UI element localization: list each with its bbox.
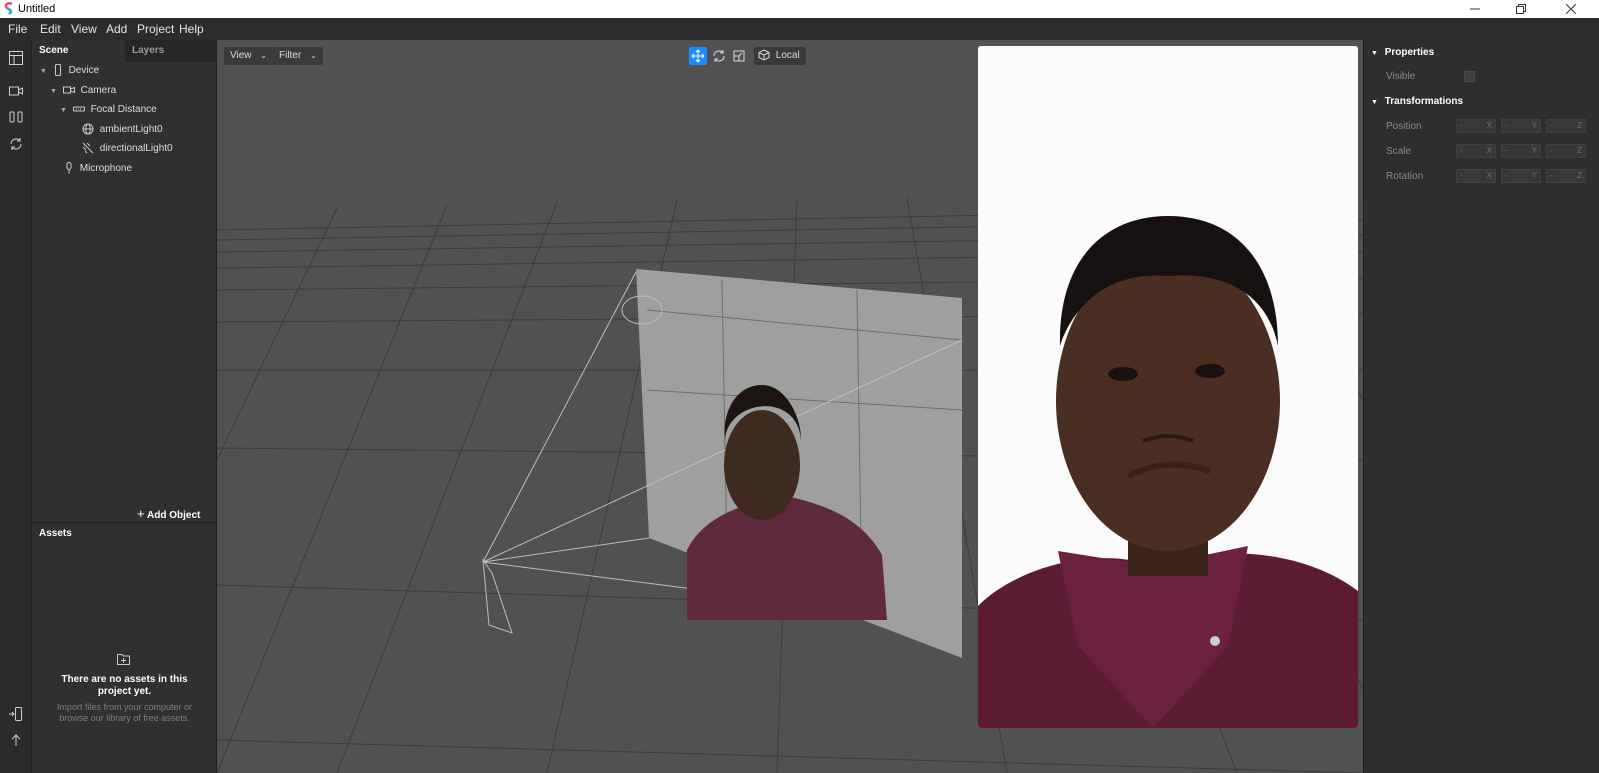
menu-file[interactable]: File bbox=[8, 22, 27, 36]
close-icon bbox=[1565, 3, 1577, 15]
properties-panel: ▼ Properties Visible ▼ Transformations P… bbox=[1363, 40, 1599, 773]
scale-z-field[interactable]: -Z bbox=[1546, 144, 1586, 158]
restore-button[interactable] bbox=[1498, 0, 1544, 18]
view-dropdown-label: View bbox=[230, 50, 252, 61]
refresh-icon[interactable] bbox=[8, 136, 24, 152]
collapse-arrow-icon: ▼ bbox=[1371, 50, 1378, 57]
tree-item-directional-light[interactable]: directionalLight0 bbox=[82, 140, 173, 158]
menu-edit[interactable]: Edit bbox=[40, 22, 61, 36]
scene-panel: Scene Layers ▼ Device ▼ Camera ▼ Focal D… bbox=[32, 40, 217, 773]
rotation-y-field[interactable]: -Y bbox=[1501, 169, 1541, 183]
add-folder-icon[interactable] bbox=[117, 653, 130, 665]
tree-item-focal-distance[interactable]: ▼ Focal Distance bbox=[60, 101, 157, 119]
scale-y-field[interactable]: -Y bbox=[1501, 144, 1541, 158]
menu-project[interactable]: Project bbox=[137, 22, 174, 36]
menu-view[interactable]: View bbox=[71, 22, 97, 36]
visible-checkbox[interactable] bbox=[1464, 71, 1475, 82]
expand-arrow-icon[interactable]: ▼ bbox=[50, 83, 60, 101]
cube-icon bbox=[758, 49, 770, 61]
transformations-title: Transformations bbox=[1384, 96, 1464, 107]
space-toggle-label: Local bbox=[775, 50, 800, 61]
position-z-field[interactable]: -Z bbox=[1546, 119, 1586, 133]
rotate-icon bbox=[713, 50, 725, 62]
directional-light-icon bbox=[82, 143, 94, 154]
globe-icon bbox=[82, 123, 94, 135]
position-label: Position bbox=[1386, 121, 1422, 132]
expand-arrow-icon[interactable]: ▼ bbox=[40, 63, 50, 81]
tab-scene[interactable]: Scene bbox=[32, 40, 125, 62]
video-camera-icon[interactable] bbox=[8, 83, 24, 99]
app-logo-icon bbox=[4, 2, 13, 15]
menu-add[interactable]: Add bbox=[106, 22, 127, 36]
tab-layers[interactable]: Layers bbox=[125, 40, 217, 62]
expand-arrow-icon[interactable]: ▼ bbox=[60, 102, 70, 120]
view-dropdown[interactable]: View ⌄ bbox=[224, 47, 273, 65]
no-assets-title: There are no assets in this project yet. bbox=[61, 674, 188, 697]
tool-rail bbox=[0, 40, 32, 773]
tree-item-label: directionalLight0 bbox=[99, 143, 173, 154]
transform-toolbar bbox=[689, 47, 754, 65]
tree-item-label: Microphone bbox=[79, 163, 133, 174]
tree-item-label: ambientLight0 bbox=[99, 124, 163, 135]
move-tool-button[interactable] bbox=[689, 47, 707, 65]
position-y-field[interactable]: -Y bbox=[1501, 119, 1541, 133]
visible-label: Visible bbox=[1386, 71, 1416, 82]
scale-tool-button[interactable] bbox=[730, 47, 748, 65]
chevron-down-icon: ⌄ bbox=[260, 51, 267, 60]
test-on-device-icon[interactable] bbox=[8, 706, 24, 722]
assets-title: Assets bbox=[39, 528, 72, 539]
minimize-button[interactable] bbox=[1452, 0, 1498, 18]
simulator-preview[interactable] bbox=[978, 46, 1358, 728]
minimize-icon bbox=[1470, 8, 1480, 10]
tree-item-microphone[interactable]: Microphone bbox=[64, 160, 132, 178]
tree-item-device[interactable]: ▼ Device bbox=[40, 62, 99, 80]
scale-icon bbox=[733, 50, 745, 62]
add-object-button[interactable]: + Add Object bbox=[137, 506, 200, 521]
scale-label: Scale bbox=[1386, 146, 1412, 157]
move-arrows-icon bbox=[691, 49, 705, 63]
tree-item-label: Focal Distance bbox=[90, 104, 157, 115]
chevron-down-icon: ⌄ bbox=[310, 51, 317, 60]
title-bar: Untitled bbox=[0, 0, 1599, 18]
properties-section-header[interactable]: ▼ Properties bbox=[1371, 47, 1434, 58]
focal-distance-icon bbox=[72, 106, 85, 112]
upload-icon[interactable] bbox=[8, 732, 24, 748]
rotation-x-field[interactable]: -X bbox=[1456, 169, 1496, 183]
collapse-arrow-icon: ▼ bbox=[1371, 99, 1378, 106]
phone-icon bbox=[54, 64, 61, 77]
microphone-icon bbox=[66, 162, 72, 174]
window-title: Untitled bbox=[18, 3, 56, 15]
add-object-label: Add Object bbox=[147, 510, 201, 521]
restore-icon bbox=[1516, 4, 1526, 14]
close-button[interactable] bbox=[1548, 0, 1594, 18]
tree-item-label: Camera bbox=[80, 85, 117, 96]
scale-x-field[interactable]: -X bbox=[1456, 144, 1496, 158]
preview-camera-feed bbox=[978, 46, 1358, 728]
panel-divider bbox=[32, 522, 217, 523]
menu-help[interactable]: Help bbox=[179, 22, 204, 36]
space-toggle-button[interactable]: Local bbox=[754, 47, 806, 65]
menu-bar: File Edit View Add Project Help bbox=[0, 18, 1599, 40]
rotate-tool-button[interactable] bbox=[710, 47, 728, 65]
plus-icon: + bbox=[137, 506, 145, 521]
tree-item-label: Device bbox=[68, 65, 100, 76]
filter-dropdown-label: Filter bbox=[279, 50, 302, 61]
transformations-section-header[interactable]: ▼ Transformations bbox=[1371, 96, 1463, 107]
filter-dropdown[interactable]: Filter ⌄ bbox=[273, 47, 323, 65]
tree-item-camera[interactable]: ▼ Camera bbox=[50, 82, 116, 100]
rotation-z-field[interactable]: -Z bbox=[1546, 169, 1586, 183]
camera-icon bbox=[62, 86, 75, 94]
properties-title: Properties bbox=[1384, 47, 1435, 58]
rotation-label: Rotation bbox=[1386, 171, 1424, 182]
no-assets-description: Import files from your computer or brows… bbox=[56, 702, 193, 723]
tree-item-ambient-light[interactable]: ambientLight0 bbox=[82, 121, 163, 139]
patch-editor-icon[interactable] bbox=[8, 109, 24, 125]
layout-icon[interactable] bbox=[8, 50, 24, 66]
position-x-field[interactable]: -X bbox=[1456, 119, 1496, 133]
